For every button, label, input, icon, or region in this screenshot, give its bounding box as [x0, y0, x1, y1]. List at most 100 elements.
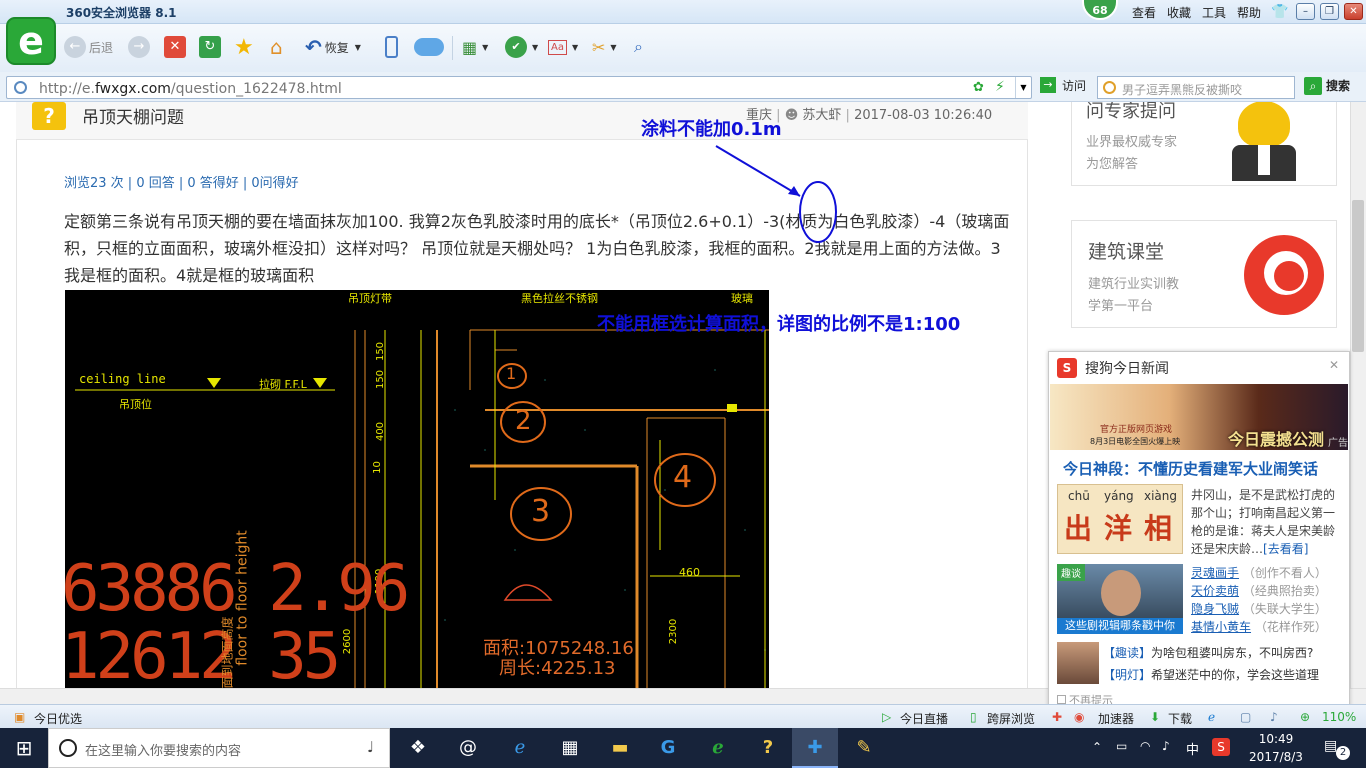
sound-icon[interactable]: ♪	[1270, 710, 1278, 724]
translate-button[interactable]: Aa ▼	[548, 34, 578, 60]
active-app-tile[interactable]: ✚	[792, 728, 838, 768]
tray-wifi-icon[interactable]: ◠	[1140, 739, 1150, 753]
news-story-link[interactable]: [去看看]	[1263, 542, 1308, 556]
status-zoom[interactable]: 110%	[1322, 710, 1356, 724]
undo-icon: ↶	[305, 35, 322, 59]
question-header: ? 吊顶天棚问题 重庆 | ☻ 苏大虾 | 2017-08-03 10:26:4…	[16, 102, 1028, 140]
app-g-icon[interactable]: G	[650, 734, 686, 762]
stop-button[interactable]: ✕	[164, 34, 186, 60]
skin-icon[interactable]: 👕	[1271, 4, 1288, 20]
help-app-icon[interactable]: ?	[750, 734, 786, 762]
news-thumb-video[interactable]: 趣谈 这些剧视辑哪条戳中你	[1057, 564, 1183, 634]
phone-icon	[385, 36, 398, 58]
history-dropdown[interactable]: ▼	[1015, 77, 1031, 98]
apps-button[interactable]: ▦ ▼	[462, 34, 488, 60]
news-link-item[interactable]: 基情小黄车 （花样作死）	[1191, 618, 1327, 636]
status-cross-screen[interactable]: 跨屏浏览	[987, 710, 1035, 727]
speed-icon[interactable]: ✿	[973, 80, 984, 95]
banner-date-text: 8月3日电影全国火爆上映	[1090, 437, 1181, 446]
news-link-item[interactable]: 天价卖萌 （经典照抬卖）	[1191, 582, 1327, 600]
screenshot-button[interactable]: ✂ ▼	[592, 34, 617, 60]
forward-button[interactable]: →	[128, 34, 150, 60]
zoom-icon[interactable]: ⊕	[1300, 710, 1310, 724]
cad-label-glass: 玻璃	[731, 292, 753, 305]
news-item-thumb[interactable]	[1057, 642, 1099, 684]
phone-button[interactable]	[385, 34, 398, 60]
menu-tools[interactable]: 工具	[1202, 4, 1226, 21]
tray-chevron-icon[interactable]: ⌃	[1092, 740, 1102, 754]
status-today-picks[interactable]: 今日优选	[34, 710, 82, 727]
notes-icon[interactable]: ✎	[846, 734, 882, 762]
task-view-icon[interactable]: ❖	[400, 734, 436, 762]
windows-start-icon[interactable]: ⊞	[6, 734, 42, 762]
translate-icon: Aa	[548, 39, 567, 55]
browser-logo[interactable]: e	[6, 17, 56, 65]
menu-view[interactable]: 查看	[1132, 4, 1156, 21]
status-live[interactable]: 今日直播	[900, 710, 948, 727]
minimize-button[interactable]: –	[1296, 3, 1315, 20]
address-input[interactable]: http://e.fwxgx.com/question_1622478.html…	[6, 76, 1032, 99]
search-button[interactable]: 搜索	[1326, 77, 1350, 94]
news-item[interactable]: 【明灯】希望迷茫中的你，学会这些道理	[1103, 666, 1319, 683]
news-headline[interactable]: 今日神段：不懂历史看建军大业闹笑话	[1063, 458, 1318, 479]
building-class-card[interactable]: 建筑课堂 建筑行业实训教 学第一平台	[1071, 220, 1337, 328]
menu-help[interactable]: 帮助	[1237, 4, 1261, 21]
maximize-button[interactable]: ❐	[1320, 3, 1339, 20]
status-accelerator[interactable]: 加速器	[1098, 710, 1134, 727]
search-icon[interactable]: ⌕	[1304, 77, 1322, 95]
question-author[interactable]: 苏大虾	[802, 108, 841, 123]
sogou-tray-icon[interactable]: S	[1212, 738, 1230, 756]
browser-360-icon[interactable]: ℯ	[700, 734, 736, 762]
close-button[interactable]: ✕	[1344, 3, 1363, 20]
microphone-icon[interactable]: ♩	[367, 738, 374, 756]
zoom-button[interactable]: ⌕	[634, 34, 643, 60]
cad-dim: 460	[679, 566, 700, 579]
home-button[interactable]: ⌂	[270, 34, 283, 60]
ie-icon[interactable]: ℯ	[1208, 710, 1215, 724]
news-thumb-chars[interactable]: chū yáng xiàng 出 洋 相	[1057, 484, 1183, 554]
expert-card[interactable]: 问专家提问 业界最权威专家 为您解答	[1071, 102, 1337, 186]
news-close-icon[interactable]: ✕	[1329, 358, 1339, 372]
restore-button[interactable]: ↶ 恢复 ▼	[305, 34, 361, 60]
edge-icon[interactable]: ℯ	[502, 734, 538, 762]
tray-battery-icon[interactable]: ▭	[1116, 739, 1127, 753]
status-download[interactable]: 下载	[1168, 710, 1192, 727]
taskbar-search[interactable]: 在这里输入你要搜索的内容 ♩	[48, 728, 390, 768]
visit-button[interactable]: 访问	[1062, 77, 1086, 94]
news-banner[interactable]: 官方正版网页游戏 8月3日电影全国火爆上映 今日震撼公测 广告	[1050, 384, 1348, 450]
news-link-item[interactable]: 灵魂画手 （创作不看人）	[1191, 564, 1327, 582]
go-arrow-icon[interactable]: →	[1040, 77, 1056, 93]
refresh-button[interactable]: ↻	[199, 34, 221, 60]
clock-date[interactable]: 2017/8/3	[1240, 750, 1312, 764]
cloud-button[interactable]	[414, 34, 444, 60]
security-score-badge[interactable]: 68	[1082, 0, 1118, 20]
grid-icon: ▦	[462, 37, 478, 57]
scrollbar-thumb[interactable]	[1352, 200, 1364, 352]
cross-screen-icon: ▯	[970, 710, 977, 724]
lightning-icon[interactable]: ⚡	[995, 79, 1005, 95]
ad-label: 广告	[1328, 438, 1348, 449]
vertical-scrollbar[interactable]	[1350, 102, 1366, 688]
app-swirl-icon[interactable]: @	[450, 734, 486, 762]
back-label: 后退	[89, 40, 114, 55]
back-button[interactable]: ← 后退	[64, 34, 113, 60]
menu-favorites[interactable]: 收藏	[1167, 4, 1191, 21]
expert-mascot-icon	[1218, 102, 1308, 181]
clock-time[interactable]: 10:49	[1246, 732, 1306, 746]
user-icon: ☻	[784, 108, 799, 123]
tray-volume-icon[interactable]: ♪	[1162, 739, 1170, 753]
favorite-button[interactable]: ★	[234, 34, 254, 60]
news-story: 井冈山，是不是武松打虎的那个山；打响南昌起义第一枪的是谁：蒋夫人是宋美龄还是宋庆…	[1191, 486, 1345, 558]
folder-icon[interactable]: ▬	[602, 734, 638, 762]
search-input[interactable]: 男子逗弄黑熊反被撕咬	[1097, 76, 1295, 99]
news-link-item[interactable]: 隐身飞贼 （失联大学生）	[1191, 600, 1327, 618]
star-icon: ★	[234, 34, 254, 60]
news-item[interactable]: 【趣读】为啥包租婆叫房东，不叫房西?	[1103, 644, 1313, 661]
screen-icon[interactable]: ▢	[1240, 710, 1251, 724]
ime-indicator[interactable]: 中	[1186, 739, 1199, 758]
store-icon[interactable]: ▦	[552, 734, 588, 762]
cad-label-steel: 黑色拉丝不锈钢	[521, 292, 598, 305]
shield-button[interactable]: ✔ ▼	[505, 34, 538, 60]
cad-circle-label-1: 1	[506, 364, 517, 383]
taskbar: ⊞ 在这里输入你要搜索的内容 ♩ ❖ @ ℯ ▦ ▬ G ℯ ? ✚ ✎ ⌃ ▭…	[0, 728, 1366, 768]
